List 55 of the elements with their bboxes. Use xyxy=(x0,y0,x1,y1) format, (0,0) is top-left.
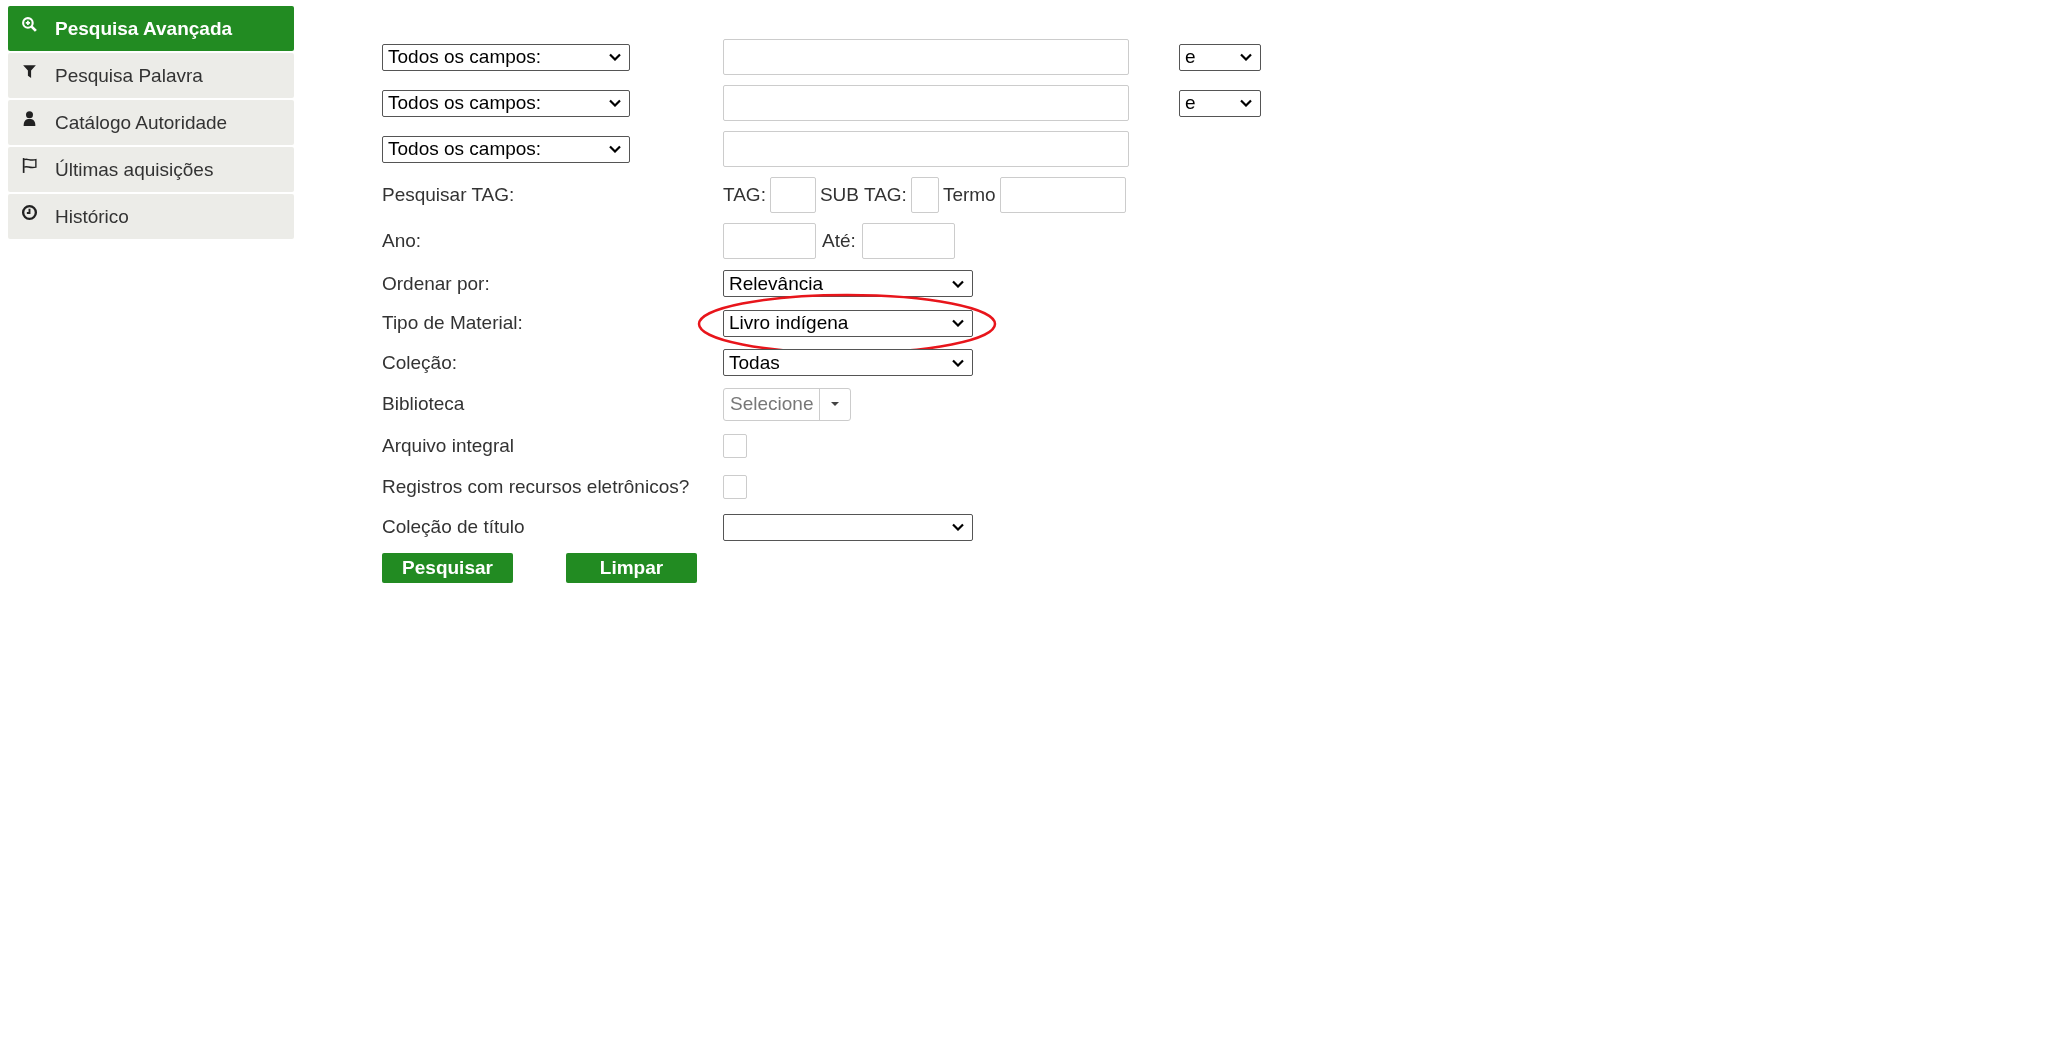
tag-label: TAG: xyxy=(723,184,766,206)
select-dropdown[interactable] xyxy=(723,513,973,541)
filter-icon xyxy=(21,63,38,80)
field-label: Tipo de Material: xyxy=(382,312,523,335)
field-dropdown[interactable]: Todos os campos: xyxy=(382,135,630,163)
select-dropdown[interactable]: Todas xyxy=(723,349,973,377)
caret-icon xyxy=(1240,53,1252,61)
search-input[interactable] xyxy=(723,39,1129,75)
field-dropdown[interactable]: Todos os campos: xyxy=(382,89,630,117)
tag-input[interactable] xyxy=(769,177,816,213)
until-label: Até: xyxy=(822,230,856,252)
field-dropdown[interactable]: Todos os campos: xyxy=(382,43,630,71)
person-icon xyxy=(21,110,38,127)
search-input[interactable] xyxy=(723,131,1129,167)
field-label: Registros com recursos eletrônicos? xyxy=(382,476,690,498)
flag-icon xyxy=(21,157,38,174)
field-label: Pesquisar TAG: xyxy=(382,184,515,206)
subtag-label: SUB TAG: xyxy=(819,184,907,206)
sidebar-item[interactable]: Histórico xyxy=(8,194,294,239)
clock-icon xyxy=(21,204,38,221)
field-label: Coleção de título xyxy=(382,516,525,539)
operator-dropdown[interactable]: e xyxy=(1179,89,1261,117)
caret-icon xyxy=(609,53,621,61)
search-input[interactable] xyxy=(723,85,1129,121)
library-dropdown[interactable]: Selecione xyxy=(723,387,852,421)
checkbox[interactable] xyxy=(723,475,747,499)
select-dropdown[interactable]: Relevância xyxy=(723,270,973,298)
field-label: Arquivo integral xyxy=(382,435,515,457)
checkbox[interactable] xyxy=(723,434,747,458)
field-label: Coleção: xyxy=(382,351,457,374)
sidebar-item[interactable]: Catálogo Autoridade xyxy=(8,100,294,145)
sidebar-item[interactable]: Pesquisa Avançada xyxy=(8,6,294,51)
caret-icon xyxy=(952,319,964,328)
caret-icon xyxy=(1240,99,1252,107)
field-label: Biblioteca xyxy=(382,393,465,415)
year-from-input[interactable] xyxy=(723,223,816,259)
action-button[interactable]: Limpar xyxy=(566,553,697,583)
caret-icon xyxy=(830,401,841,407)
subtag-input[interactable] xyxy=(910,177,939,213)
search-icon xyxy=(21,16,38,33)
sidebar-item[interactable]: Pesquisa Palavra xyxy=(8,53,294,98)
select-dropdown[interactable]: Livro indígena xyxy=(723,309,973,337)
year-to-input[interactable] xyxy=(861,223,955,259)
caret-icon xyxy=(609,99,621,107)
term-input[interactable] xyxy=(999,177,1126,213)
term-label: Termo xyxy=(942,184,996,206)
caret-icon xyxy=(952,358,964,367)
field-label: Ano: xyxy=(382,230,422,252)
operator-dropdown[interactable]: e xyxy=(1179,43,1261,71)
caret-icon xyxy=(952,279,964,288)
action-button[interactable]: Pesquisar xyxy=(382,553,513,583)
sidebar-item[interactable]: Últimas aquisições xyxy=(8,147,294,192)
caret-icon xyxy=(952,523,964,532)
caret-icon xyxy=(609,145,621,153)
field-label: Ordenar por: xyxy=(382,272,490,295)
